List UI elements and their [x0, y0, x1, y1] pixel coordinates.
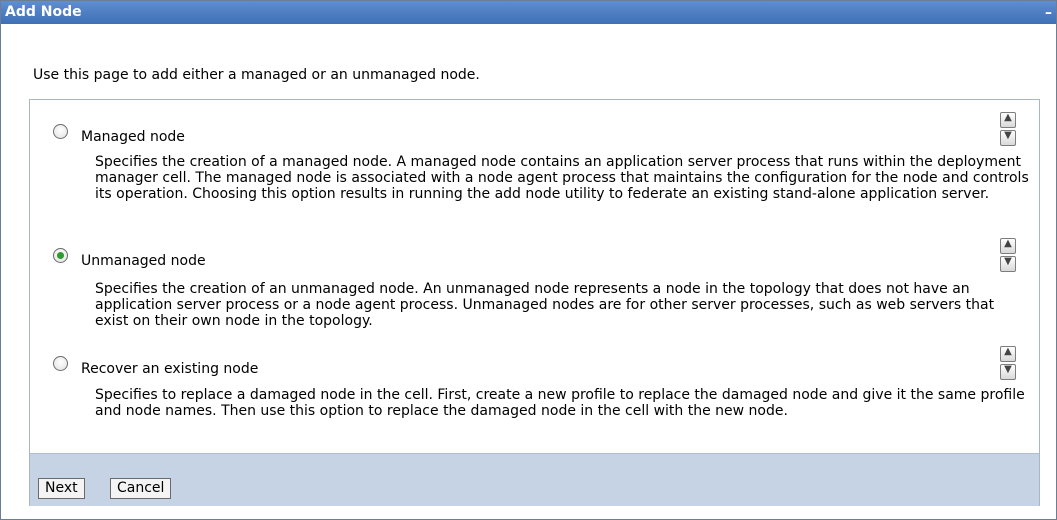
collapse-control-recover-node[interactable]: ▲ ▼	[1000, 346, 1016, 382]
minimize-icon[interactable]: –	[1045, 6, 1052, 20]
scroll-up-icon[interactable]: ▲	[1000, 346, 1016, 362]
option-label-recover-node: Recover an existing node	[81, 361, 259, 377]
panel-titlebar: Add Node –	[1, 1, 1056, 24]
option-description-recover-node: Specifies to replace a damaged node in t…	[95, 387, 1025, 419]
next-button[interactable]: Next	[38, 478, 85, 499]
cancel-button[interactable]: Cancel	[110, 478, 172, 499]
intro-text: Use this page to add either a managed or…	[33, 67, 480, 83]
scroll-up-icon[interactable]: ▲	[1000, 238, 1016, 254]
panel-title: Add Node	[5, 4, 82, 20]
option-label-managed-node: Managed node	[81, 129, 185, 145]
option-description-unmanaged-node: Specifies the creation of an unmanaged n…	[95, 281, 995, 329]
option-description-managed-node: Specifies the creation of a managed node…	[95, 154, 1029, 202]
button-bar: Next Cancel	[30, 453, 1039, 506]
node-type-options: Managed node ▲ ▼ Specifies the creation …	[29, 99, 1040, 506]
radio-managed-node[interactable]	[53, 124, 68, 139]
scroll-up-icon[interactable]: ▲	[1000, 112, 1016, 128]
collapse-control-managed-node[interactable]: ▲ ▼	[1000, 112, 1016, 148]
scroll-down-icon[interactable]: ▼	[1000, 364, 1016, 380]
radio-recover-node[interactable]	[53, 356, 68, 371]
scroll-down-icon[interactable]: ▼	[1000, 256, 1016, 272]
collapse-control-unmanaged-node[interactable]: ▲ ▼	[1000, 238, 1016, 274]
scroll-down-icon[interactable]: ▼	[1000, 130, 1016, 146]
radio-unmanaged-node[interactable]	[53, 248, 68, 263]
option-label-unmanaged-node: Unmanaged node	[81, 253, 206, 269]
add-node-panel: Add Node – Use this page to add either a…	[0, 0, 1057, 520]
